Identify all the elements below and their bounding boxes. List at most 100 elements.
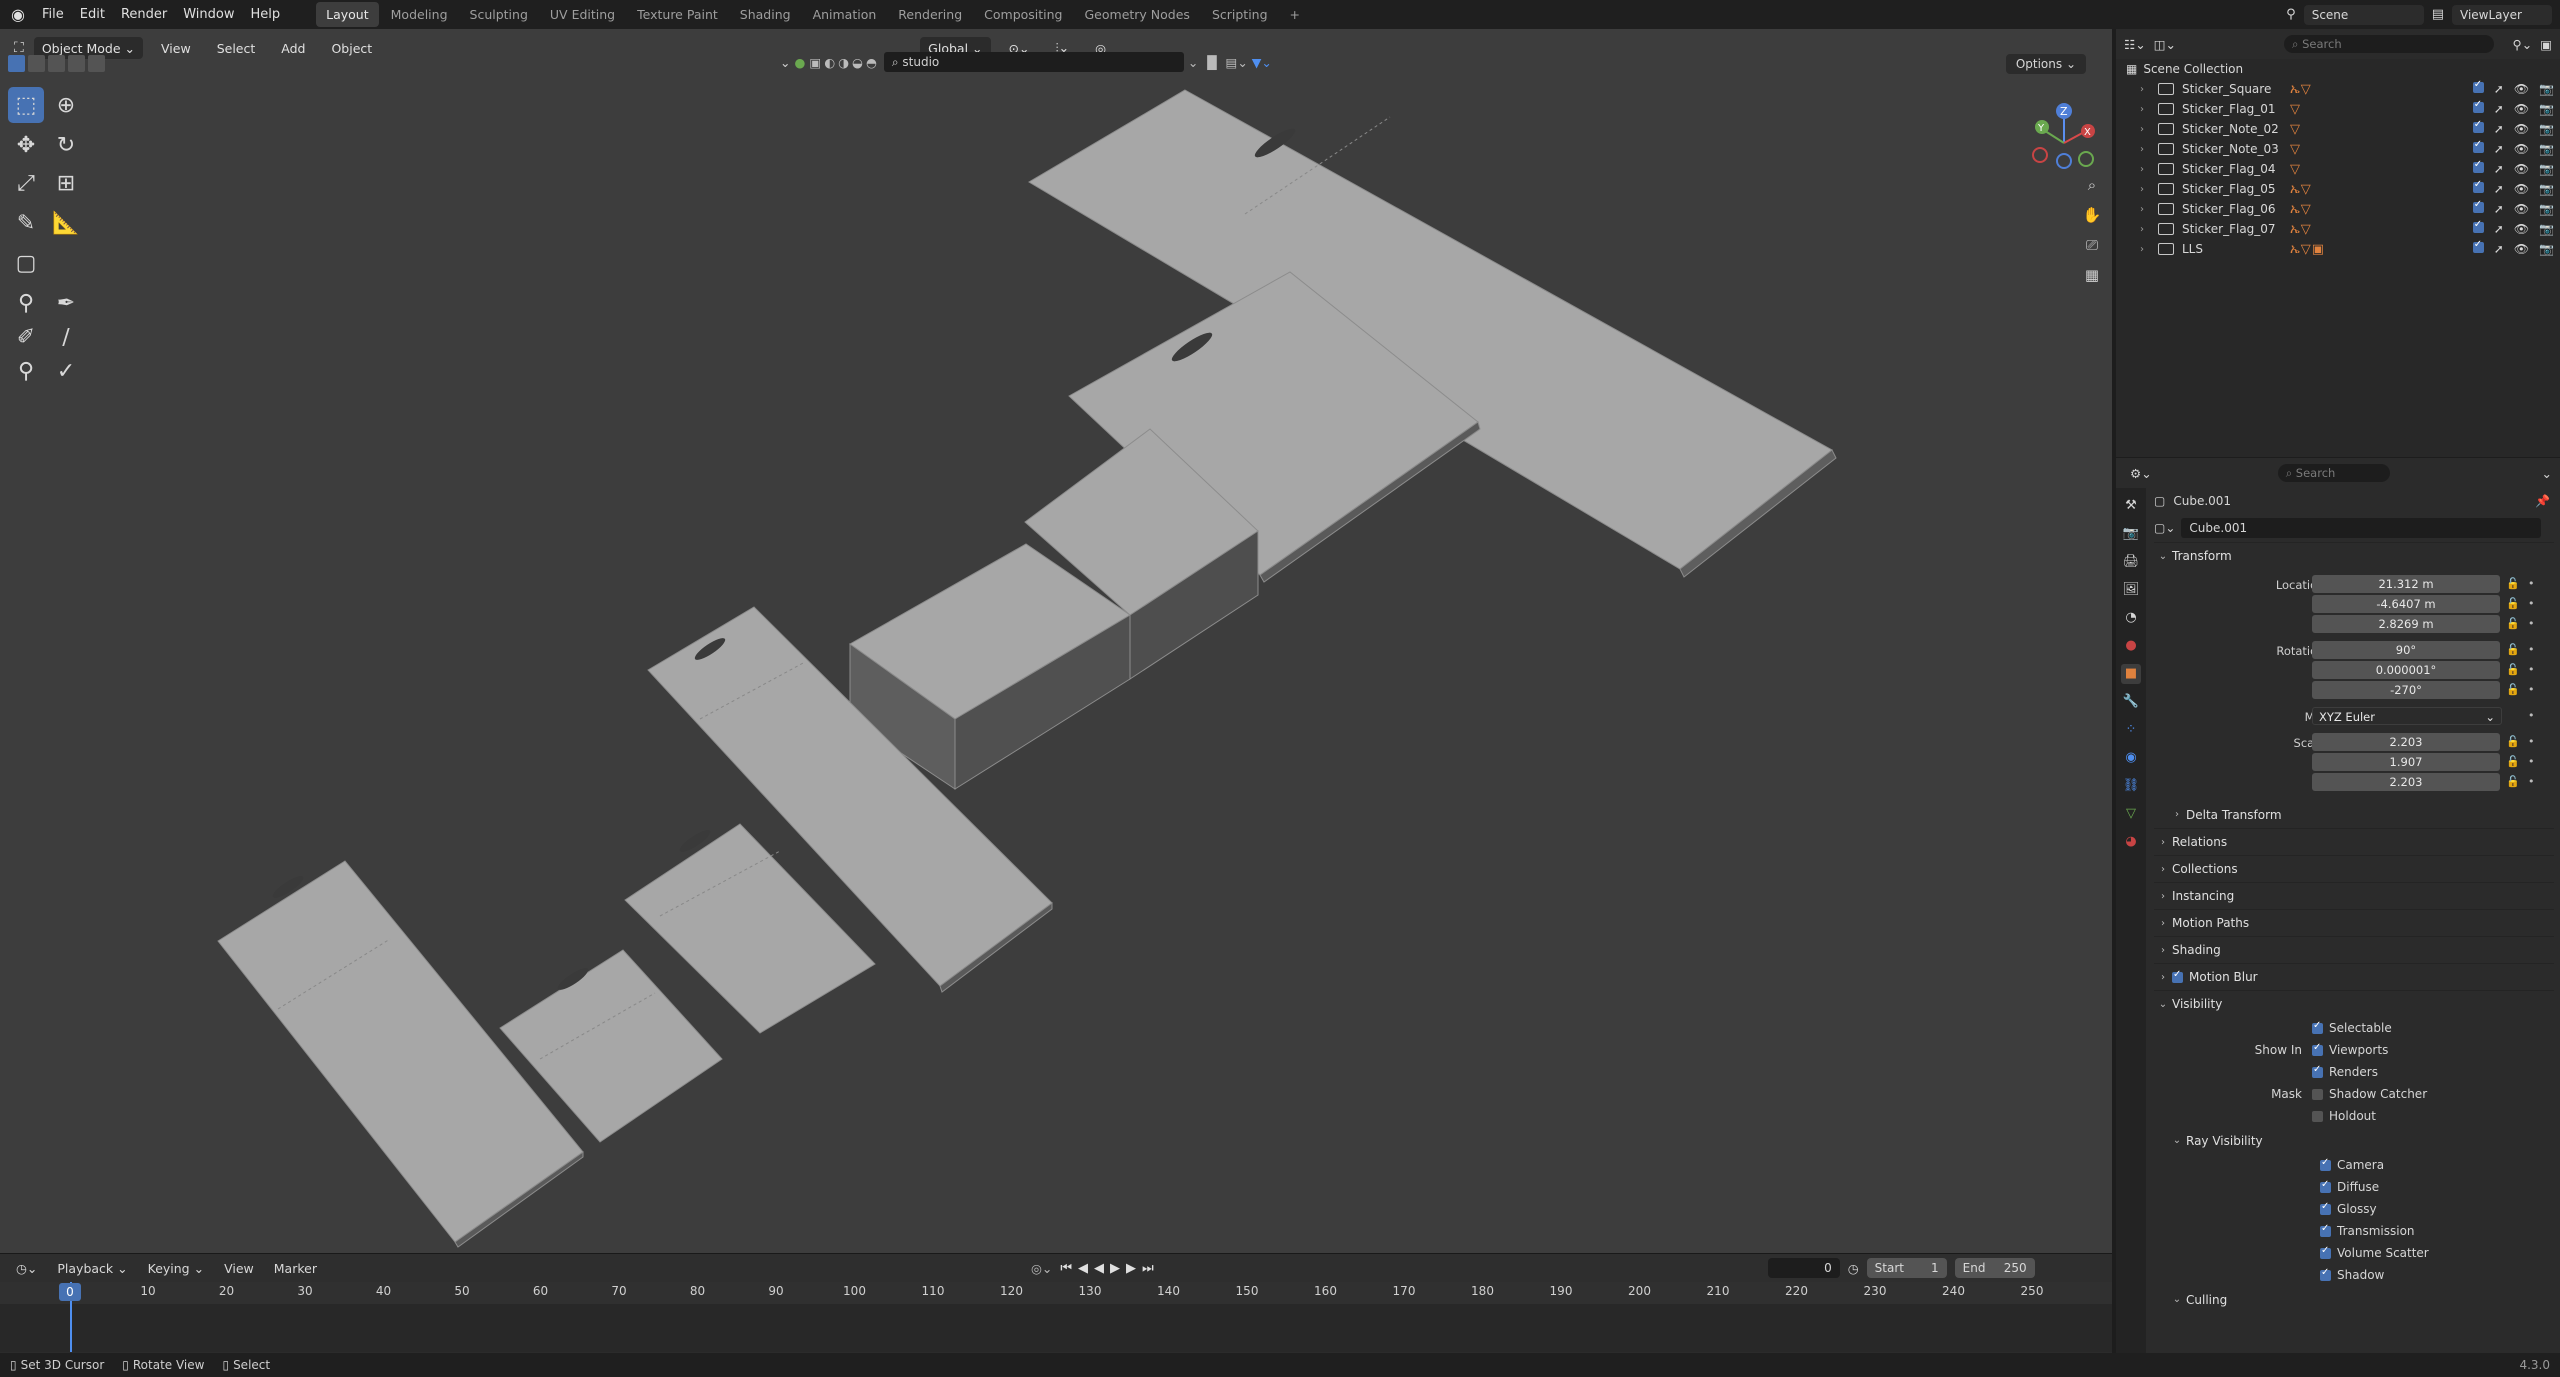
select-arrow-icon[interactable]: ➚ <box>2494 162 2504 176</box>
eye-icon[interactable]: 👁 <box>2514 82 2529 96</box>
scale-tool-icon[interactable]: ⤢ <box>8 165 44 201</box>
select-subtract-icon[interactable] <box>48 55 65 72</box>
lock-icon[interactable]: 🔓 <box>2506 577 2520 590</box>
hdri-search-field[interactable]: ⌕ studio <box>883 52 1184 72</box>
properties-editor[interactable]: ⚙⌄ ⌕ Search ⌄ ⚒ 📷 🖨 🖼 ◔ ● ■ 🔧 ⁘ ◉ ⛓ ▽ ◕ … <box>2116 458 2560 1353</box>
outliner-item[interactable]: › Sticker_Flag_06 ኤ▽ ➚ 👁 📷 <box>2116 199 2560 219</box>
keyframe-dot-icon[interactable]: • <box>2528 643 2535 656</box>
outliner-item[interactable]: › Sticker_Square ኤ▽ ➚ 👁 📷 <box>2116 79 2560 99</box>
tab-shading[interactable]: Shading <box>730 2 801 27</box>
lock-icon[interactable]: 🔓 <box>2506 663 2520 676</box>
exclude-checkbox[interactable] <box>2472 159 2484 173</box>
options-dropdown[interactable]: Options ⌄ <box>2005 54 2086 74</box>
tab-scripting[interactable]: Scripting <box>1202 2 1278 27</box>
relations-section[interactable]: › Relations <box>2154 828 2554 855</box>
tl-view-menu[interactable]: View <box>218 1261 260 1276</box>
outliner-item[interactable]: › Sticker_Flag_04 ▽ ➚ 👁 📷 <box>2116 159 2560 179</box>
current-frame-field[interactable]: 0 <box>1767 1258 1840 1278</box>
scale-z-field[interactable]: 2.203 <box>2312 773 2500 791</box>
hdri-options-icon[interactable]: ⌄ ▐▌ ▤⌄ <box>1188 55 1248 70</box>
tool-tab-icon[interactable]: ⚒ <box>2121 496 2141 516</box>
outliner[interactable]: ☷⌄ ◫⌄ ⌕ Search ⚲⌄ ▣ ▦ Scene Collection ›… <box>2116 29 2560 457</box>
keying-menu[interactable]: Keying ⌄ <box>142 1261 210 1276</box>
eye-icon[interactable]: 👁 <box>2514 222 2529 236</box>
expand-arrow-icon[interactable]: › <box>2140 204 2154 215</box>
material-tab-icon[interactable]: ◕ <box>2121 832 2141 852</box>
outliner-item[interactable]: › Sticker_Flag_01 ▽ ➚ 👁 📷 <box>2116 99 2560 119</box>
pan-hand-icon[interactable]: ✋ <box>2080 203 2104 227</box>
eye-icon[interactable]: 👁 <box>2514 242 2529 256</box>
tab-texture-paint[interactable]: Texture Paint <box>627 2 728 27</box>
keyframe-dot-icon[interactable]: • <box>2528 755 2535 768</box>
blender-logo-icon[interactable]: ◉ <box>8 5 28 25</box>
render-tab-icon[interactable]: 📷 <box>2121 524 2141 544</box>
outliner-item[interactable]: › LLS ኤ▽▣ ➚ 👁 📷 <box>2116 239 2560 259</box>
3d-viewport[interactable]: ⛶ Object Mode ⌄ View Select Add Object G… <box>0 29 2112 1253</box>
object-data-icon[interactable]: ▢⌄ <box>2154 521 2175 535</box>
keyframe-dot-icon[interactable]: • <box>2528 577 2535 590</box>
rotation-x-field[interactable]: 90° <box>2312 641 2500 659</box>
select-box-tool-icon[interactable]: ⬚ <box>8 87 44 123</box>
playback-controls-icon[interactable]: ⏮◀◀▶▶⏭ <box>1060 1261 1159 1276</box>
camera-icon[interactable]: 📷 <box>2539 122 2554 136</box>
eye-icon[interactable]: 👁 <box>2514 122 2529 136</box>
menu-edit[interactable]: Edit <box>72 7 113 22</box>
properties-options-icon[interactable]: ⌄ <box>2542 466 2552 481</box>
menu-file[interactable]: File <box>34 7 72 22</box>
tab-modeling[interactable]: Modeling <box>381 2 458 27</box>
viewports-checkbox[interactable] <box>2312 1042 2323 1056</box>
curve-edit-tool-icon[interactable]: ✐ <box>8 319 44 355</box>
expand-arrow-icon[interactable]: › <box>2140 244 2154 255</box>
physics-tab-icon[interactable]: ◉ <box>2121 748 2141 768</box>
view-layer-selector[interactable]: ViewLayer <box>2452 4 2552 25</box>
outliner-filter-icon[interactable]: ⚲⌄ <box>2513 37 2533 52</box>
curve-draw-tool-icon[interactable]: ⚲ <box>8 285 44 321</box>
timeline-body[interactable] <box>0 1304 2112 1352</box>
eye-icon[interactable]: 👁 <box>2514 102 2529 116</box>
lock-icon[interactable]: 🔓 <box>2506 643 2520 656</box>
camera-icon[interactable]: 📷 <box>2539 142 2554 156</box>
timeline-ruler[interactable]: 10 20 30 40 50 60 70 80 90 100 110 120 130 140 150 160 1… <box>0 1282 2112 1304</box>
camera-checkbox[interactable] <box>2320 1157 2331 1171</box>
view-layer-tab-icon[interactable]: 🖼 <box>2121 580 2141 600</box>
lock-icon[interactable]: 🔓 <box>2506 735 2520 748</box>
select-arrow-icon[interactable]: ➚ <box>2494 222 2504 236</box>
shadow-catcher-checkbox[interactable] <box>2312 1088 2323 1100</box>
cursor-tool-icon[interactable]: ⊕ <box>48 87 84 123</box>
camera-view-icon[interactable]: ⎚ <box>2080 233 2104 257</box>
camera-icon[interactable]: 📷 <box>2539 222 2554 236</box>
filter-icon[interactable]: ▼⌄ <box>1252 55 1272 70</box>
ray-visibility-section[interactable]: ⌄ Ray Visibility <box>2154 1127 2554 1154</box>
outliner-item[interactable]: › Sticker_Flag_07 ኤ▽ ➚ 👁 📷 <box>2116 219 2560 239</box>
move-tool-icon[interactable]: ✥ <box>8 127 44 163</box>
select-new-icon[interactable] <box>8 55 25 72</box>
keyframe-dot-icon[interactable]: • <box>2528 663 2535 676</box>
scene-selector[interactable]: Scene <box>2303 4 2424 25</box>
motion-blur-section[interactable]: ›Motion Blur <box>2154 963 2554 990</box>
vp-menu-select[interactable]: Select <box>209 37 264 59</box>
motion-paths-section[interactable]: › Motion Paths <box>2154 909 2554 936</box>
curve-knife-tool-icon[interactable]: ∕ <box>48 319 84 355</box>
tab-geometry-nodes[interactable]: Geometry Nodes <box>1075 2 1200 27</box>
curve-tilt-tool-icon[interactable]: ✓ <box>48 353 84 389</box>
end-frame-field[interactable]: End 250 <box>1954 1258 2035 1278</box>
keyframe-dot-icon[interactable]: • <box>2528 617 2535 630</box>
annotate-tool-icon[interactable]: ✎ <box>8 205 44 241</box>
scene-collection-row[interactable]: ▦ Scene Collection <box>2116 59 2560 79</box>
exclude-checkbox[interactable] <box>2472 119 2484 133</box>
expand-arrow-icon[interactable]: › <box>2140 144 2154 155</box>
sphere-icon[interactable]: ● <box>794 55 805 70</box>
menu-render[interactable]: Render <box>113 7 175 22</box>
exclude-checkbox[interactable] <box>2472 199 2484 213</box>
expand-arrow-icon[interactable]: › <box>2140 84 2154 95</box>
location-x-field[interactable]: 21.312 m <box>2312 575 2500 593</box>
world-tab-icon[interactable]: ● <box>2121 636 2141 656</box>
select-arrow-icon[interactable]: ➚ <box>2494 102 2504 116</box>
timeline[interactable]: ◷⌄ Playback ⌄ Keying ⌄ View Marker ◎⌄ ⏮◀… <box>0 1253 2112 1363</box>
outliner-item[interactable]: › Sticker_Flag_05 ኤ▽ ➚ 👁 📷 <box>2116 179 2560 199</box>
exclude-checkbox[interactable] <box>2472 179 2484 193</box>
camera-icon[interactable]: 📷 <box>2539 162 2554 176</box>
marker-menu[interactable]: Marker <box>268 1261 323 1276</box>
select-intersect-icon[interactable] <box>88 55 105 72</box>
transform-tool-icon[interactable]: ⊞ <box>48 165 84 201</box>
